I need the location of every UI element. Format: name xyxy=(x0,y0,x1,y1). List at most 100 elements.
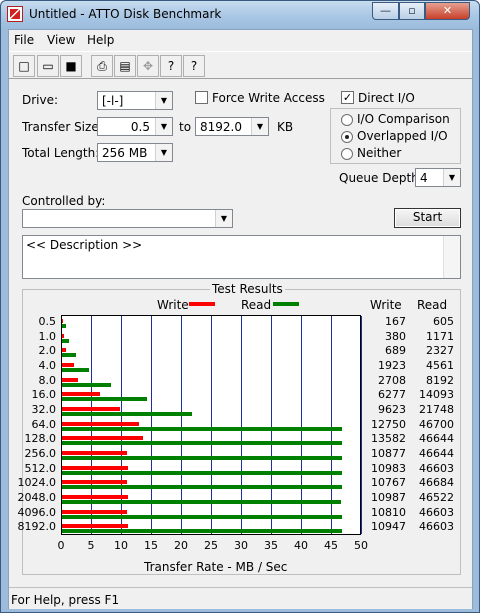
open-folder-icon[interactable]: ▭ xyxy=(37,55,59,77)
read-bar xyxy=(62,324,66,328)
drive-select[interactable]: [-l-] ▼ xyxy=(97,91,173,110)
queue-depth-label: Queue Depth: xyxy=(339,171,423,185)
force-write-label: Force Write Access xyxy=(212,91,325,105)
menu-view[interactable]: View xyxy=(47,33,75,47)
category-label: 0.5 xyxy=(38,315,57,328)
category-label: 16.0 xyxy=(31,388,57,402)
print-preview-icon[interactable]: ▤ xyxy=(114,55,136,77)
x-tick-label: 15 xyxy=(144,539,158,552)
legend-write-label: Write xyxy=(157,298,189,312)
write-value: 167 xyxy=(385,315,406,328)
transfer-rate-chart xyxy=(61,315,362,535)
write-value: 2708 xyxy=(378,373,406,387)
write-bar xyxy=(62,348,67,353)
x-tick-label: 25 xyxy=(204,539,218,552)
title-bar[interactable]: Untitled - ATTO Disk Benchmark — ▫ ✕ xyxy=(1,1,479,29)
menu-file[interactable]: File xyxy=(14,33,34,47)
maximize-button[interactable]: ▫ xyxy=(399,2,425,20)
client-area: File View Help □ ▭ ■ ⎙ ▤ ✥ ? ? Drive: [-… xyxy=(8,29,473,609)
help-icon[interactable]: ? xyxy=(160,55,182,77)
write-value: 10987 xyxy=(371,491,406,504)
write-bar xyxy=(62,451,128,455)
status-text: For Help, press F1 xyxy=(11,593,120,607)
io-comparison-label: I/O Comparison xyxy=(357,112,450,126)
x-tick-label: 0 xyxy=(57,539,65,552)
app-window: Untitled - ATTO Disk Benchmark — ▫ ✕ Fil… xyxy=(0,0,480,613)
controlled-by-select[interactable]: ▼ xyxy=(22,209,233,228)
read-value: 46684 xyxy=(419,476,454,490)
category-label: 4096.0 xyxy=(17,505,57,519)
category-label: 128.0 xyxy=(24,432,57,446)
move-icon[interactable]: ✥ xyxy=(137,55,159,77)
close-button[interactable]: ✕ xyxy=(425,2,470,20)
chevron-down-icon: ▼ xyxy=(215,210,232,227)
transfer-size-to-select[interactable]: 8192.0 ▼ xyxy=(195,117,269,136)
write-value: 689 xyxy=(385,344,406,358)
legend-read-swatch xyxy=(273,302,299,306)
write-bar xyxy=(62,407,120,411)
read-value: 46644 xyxy=(419,447,454,460)
write-value: 10810 xyxy=(371,505,406,519)
context-help-icon[interactable]: ? xyxy=(183,55,205,77)
drive-value: [-l-] xyxy=(102,94,124,108)
queue-depth-select[interactable]: 4 ▼ xyxy=(415,168,461,187)
category-label: 1.0 xyxy=(38,329,57,343)
read-value: 2327 xyxy=(426,344,454,358)
direct-io-label: Direct I/O xyxy=(358,91,415,105)
category-label: 64.0 xyxy=(31,417,57,431)
transfer-size-from-select[interactable]: 0.5 ▼ xyxy=(97,117,173,136)
start-button[interactable]: Start xyxy=(394,208,461,228)
write-bar xyxy=(62,392,100,397)
category-label: 512.0 xyxy=(24,461,57,475)
neither-radio[interactable] xyxy=(341,148,353,160)
read-value: 46644 xyxy=(419,432,454,446)
description-text: << Description >> xyxy=(26,238,143,252)
read-bar xyxy=(62,441,342,446)
drive-label: Drive: xyxy=(22,93,59,107)
category-label: 1024.0 xyxy=(17,476,57,490)
read-value: 46603 xyxy=(419,461,454,475)
overlapped-io-radio[interactable] xyxy=(341,131,353,143)
read-bar xyxy=(62,412,193,416)
write-value: 12750 xyxy=(371,417,406,431)
print-icon[interactable]: ⎙ xyxy=(91,55,113,77)
description-scrollbar[interactable] xyxy=(443,236,460,278)
io-comparison-radio[interactable] xyxy=(341,114,353,126)
total-length-value: 256 MB xyxy=(102,146,148,160)
chevron-down-icon: ▼ xyxy=(443,169,460,186)
x-axis-label: Transfer Rate - MB / Sec xyxy=(144,560,288,574)
menu-help[interactable]: Help xyxy=(87,33,114,47)
neither-label: Neither xyxy=(357,146,402,160)
force-write-checkbox[interactable] xyxy=(195,91,208,104)
write-value: 10877 xyxy=(371,447,406,460)
total-length-select[interactable]: 256 MB ▼ xyxy=(97,143,173,162)
new-file-icon[interactable]: □ xyxy=(13,55,35,77)
write-bar xyxy=(62,524,128,529)
description-textbox[interactable]: << Description >> xyxy=(22,235,461,279)
column-header-read: Read xyxy=(417,298,448,312)
status-bar: For Help, press F1 xyxy=(9,587,472,609)
read-bar xyxy=(62,426,343,431)
write-value: 10983 xyxy=(371,461,406,475)
write-value: 1923 xyxy=(378,359,406,372)
write-bar xyxy=(62,495,128,499)
read-value: 605 xyxy=(433,315,454,328)
x-tick-label: 40 xyxy=(294,539,308,552)
read-value: 46603 xyxy=(419,505,454,519)
save-icon[interactable]: ■ xyxy=(60,55,82,77)
write-value: 10767 xyxy=(371,476,406,490)
atto-app-icon xyxy=(7,6,23,22)
read-bar xyxy=(62,338,70,343)
read-bar xyxy=(62,368,90,372)
kb-label: KB xyxy=(277,120,294,134)
category-label: 32.0 xyxy=(31,403,57,416)
category-label: 2048.0 xyxy=(17,491,57,504)
chevron-down-icon: ▼ xyxy=(251,118,268,135)
write-bar xyxy=(62,363,74,367)
read-bar xyxy=(62,470,342,475)
minimize-button[interactable]: — xyxy=(372,2,399,20)
read-value: 4561 xyxy=(426,359,454,372)
write-value: 13582 xyxy=(371,432,406,446)
write-bar xyxy=(62,465,128,470)
direct-io-checkbox[interactable]: ✓ xyxy=(341,91,354,104)
